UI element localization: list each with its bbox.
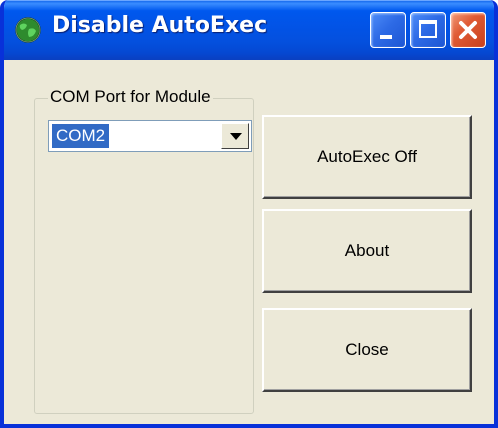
com-port-dropdown-button[interactable] xyxy=(221,123,249,149)
globe-icon xyxy=(15,17,41,43)
window-title: Disable AutoExec xyxy=(52,13,268,38)
com-port-select[interactable]: COM2 xyxy=(48,120,252,152)
close-window-button[interactable] xyxy=(450,12,486,48)
chevron-down-icon xyxy=(230,133,242,140)
com-port-group-label: COM Port for Module xyxy=(48,87,213,107)
title-bar[interactable]: Disable AutoExec xyxy=(4,0,494,60)
dialog-window: Disable AutoExec COM Port for Module COM… xyxy=(0,0,498,428)
about-button[interactable]: About xyxy=(262,209,472,293)
maximize-button[interactable] xyxy=(410,12,446,48)
maximize-icon xyxy=(419,20,437,38)
close-icon xyxy=(459,21,477,39)
autoexec-off-button[interactable]: AutoExec Off xyxy=(262,115,472,199)
close-button[interactable]: Close xyxy=(262,308,472,392)
minimize-button[interactable] xyxy=(370,12,406,48)
com-port-selected-value: COM2 xyxy=(52,124,110,148)
minimize-icon xyxy=(380,35,392,39)
